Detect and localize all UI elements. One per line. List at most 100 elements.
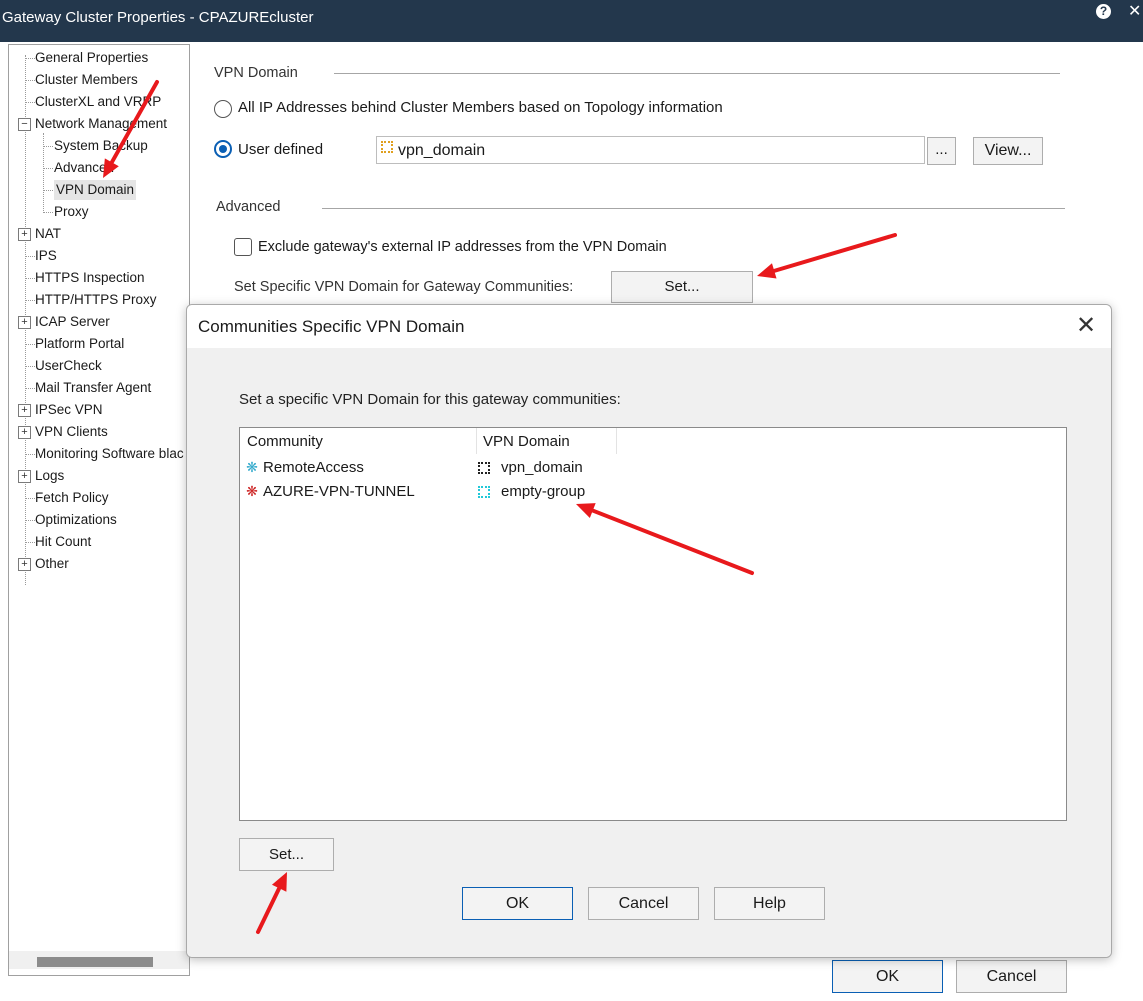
section-divider [322,208,1065,209]
set-communities-button[interactable]: Set... [611,271,753,303]
group-icon [478,462,490,474]
tree-item[interactable]: Cluster Members [9,70,189,90]
community-icon: ❋ [246,459,258,475]
tree-item[interactable]: Hit Count [9,532,189,552]
vpn-domain-heading: VPN Domain [214,65,298,81]
group-icon [478,486,490,498]
group-icon [381,141,393,153]
tree-item[interactable]: HTTP/HTTPS Proxy [9,290,189,310]
tree-item[interactable]: General Properties [9,48,189,68]
dialog-close-icon[interactable]: ✕ [1076,311,1096,340]
list-row[interactable]: ❋ RemoteAccess vpn_domain [240,457,1066,479]
tree-branch-line [25,366,35,367]
tree-item-label: Network Management [35,116,168,131]
radio-all-ip[interactable] [214,100,232,118]
radio-user-defined-label[interactable]: User defined [238,141,323,158]
tree-horizontal-scrollbar[interactable] [9,951,189,969]
tree-item-label: Monitoring Software blac [35,446,184,461]
tree-item[interactable]: System Backup [9,136,189,156]
column-separator [476,428,477,454]
tree-item[interactable]: Proxy [9,202,189,222]
scrollbar-thumb[interactable] [37,957,153,967]
tree-item[interactable]: Fetch Policy [9,488,189,508]
tree-item[interactable]: + NAT [9,224,189,244]
column-header-community[interactable]: Community [247,430,323,454]
expand-icon[interactable]: + [18,228,31,241]
tree-item[interactable]: IPS [9,246,189,266]
tree-item-label: Cluster Members [35,72,138,87]
tree-item-label: ICAP Server [35,314,110,329]
vpn-domain-value: vpn_domain [398,142,486,159]
dialog-set-button[interactable]: Set... [239,838,334,871]
tree-item-label: NAT [35,226,61,241]
column-separator [616,428,617,454]
tree-item-label: General Properties [35,50,149,65]
tree-item[interactable]: UserCheck [9,356,189,376]
exclude-external-ip-label[interactable]: Exclude gateway's external IP addresses … [258,239,667,255]
radio-user-defined[interactable] [214,140,232,158]
expand-icon[interactable]: + [18,426,31,439]
dialog-title: Communities Specific VPN Domain [198,317,465,336]
tree-branch-line [25,344,35,345]
tree-item[interactable]: − Network Management [9,114,189,134]
tree-item-label: Other [35,556,69,571]
dialog-cancel-button[interactable]: Cancel [588,887,699,920]
tree-item[interactable]: + IPSec VPN [9,400,189,420]
expand-icon[interactable]: + [18,470,31,483]
view-button[interactable]: View... [973,137,1043,165]
tree-item[interactable]: Mail Transfer Agent [9,378,189,398]
tree-item-label: Fetch Policy [35,490,109,505]
community-icon: ❋ [246,483,258,499]
tree-item-label: Mail Transfer Agent [35,380,152,395]
tree-item-label: VPN Domain [54,180,137,200]
tree-item[interactable]: VPN Domain [9,180,189,200]
navigation-tree[interactable]: General Properties Cluster Members Cluster… [8,44,190,976]
ok-button[interactable]: OK [832,960,943,993]
cancel-button[interactable]: Cancel [956,960,1067,993]
tree-item[interactable]: Monitoring Software blac [9,444,189,464]
vpn-domain-field[interactable]: vpn_domain [376,136,925,164]
help-icon[interactable]: ? [1096,4,1111,19]
tree-item-label: UserCheck [35,358,102,373]
communities-list[interactable]: Community VPN Domain ❋ RemoteAccess vpn_do… [239,427,1067,821]
vpn-domain-name: vpn_domain [501,459,583,476]
tree-branch-line [43,212,53,213]
tree-item[interactable]: + Logs [9,466,189,486]
dialog-ok-button[interactable]: OK [462,887,573,920]
tree-item-label: Hit Count [35,534,92,549]
tree-item-label: System Backup [54,138,148,153]
tree-branch-line [25,256,35,257]
tree-branch-line [43,168,53,169]
tree-item-label: HTTP/HTTPS Proxy [35,292,157,307]
browse-button[interactable]: ... [927,137,956,165]
dialog-help-button[interactable]: Help [714,887,825,920]
tree-branch-line [25,102,35,103]
communities-label: Set Specific VPN Domain for Gateway Comm… [234,279,574,295]
tree-item-label: IPS [35,248,57,263]
tree-item[interactable]: Optimizations [9,510,189,530]
tree-item[interactable]: Advanced [9,158,189,178]
column-header-vpn-domain[interactable]: VPN Domain [483,430,570,454]
tree-item[interactable]: + Other [9,554,189,574]
tree-item[interactable]: + VPN Clients [9,422,189,442]
dialog-instruction: Set a specific VPN Domain for this gatew… [239,391,621,408]
tree-branch-line [43,146,53,147]
community-name: AZURE-VPN-TUNNEL [263,483,415,500]
list-row[interactable]: ❋ AZURE-VPN-TUNNEL empty-group [240,481,1066,503]
tree-branch-line [25,520,35,521]
collapse-icon[interactable]: − [18,118,31,131]
radio-all-ip-label[interactable]: All IP Addresses behind Cluster Members … [238,99,723,116]
tree-item[interactable]: Platform Portal [9,334,189,354]
tree-branch-line [25,80,35,81]
vpn-domain-name: empty-group [501,483,586,500]
expand-icon[interactable]: + [18,404,31,417]
tree-item[interactable]: HTTPS Inspection [9,268,189,288]
tree-item[interactable]: + ICAP Server [9,312,189,332]
tree-item[interactable]: ClusterXL and VRRP [9,92,189,112]
tree-item-label: Platform Portal [35,336,125,351]
dialog-body: Set a specific VPN Domain for this gatew… [187,348,1111,957]
expand-icon[interactable]: + [18,558,31,571]
close-icon[interactable]: ✕ [1128,1,1141,21]
exclude-external-ip-checkbox[interactable] [234,238,252,256]
expand-icon[interactable]: + [18,316,31,329]
